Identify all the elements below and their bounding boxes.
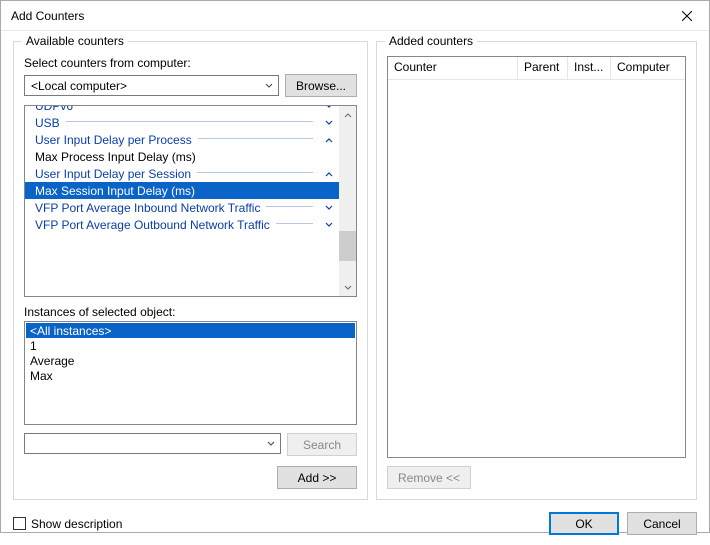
chevron-down-icon [323, 203, 335, 213]
tree-subitem[interactable]: Max Session Input Delay (ms) [25, 182, 339, 199]
col-parent[interactable]: Parent [518, 57, 568, 80]
tree-category[interactable]: VFP Port Average Inbound Network Traffic [25, 199, 339, 216]
tree-scrollbar[interactable] [339, 106, 356, 296]
added-counters-label: Added counters [385, 34, 477, 48]
chevron-down-icon [263, 78, 275, 92]
tree-category[interactable]: UDPv6 [25, 106, 339, 114]
list-item[interactable]: Average [26, 353, 355, 368]
tree-category[interactable]: VFP Port Average Outbound Network Traffi… [25, 216, 339, 233]
tree-subitem[interactable]: Max Process Input Delay (ms) [25, 148, 339, 165]
available-counters-group: Available counters Select counters from … [13, 41, 368, 500]
chevron-up-icon [323, 169, 335, 179]
instances-label: Instances of selected object: [24, 305, 357, 319]
tree-category[interactable]: User Input Delay per Process [25, 131, 339, 148]
col-counter[interactable]: Counter [388, 57, 518, 80]
list-item[interactable]: Max [26, 368, 355, 383]
scroll-down-icon[interactable] [339, 279, 356, 296]
add-button[interactable]: Add >> [277, 466, 357, 489]
add-counters-dialog: Add Counters Available counters Select c… [0, 0, 710, 533]
remove-button[interactable]: Remove << [387, 466, 471, 489]
available-counters-label: Available counters [22, 34, 128, 48]
table-body [388, 80, 685, 457]
window-title: Add Counters [11, 9, 664, 23]
added-counters-table[interactable]: Counter Parent Inst... Computer [387, 56, 686, 458]
tree-category[interactable]: USB [25, 114, 339, 131]
dialog-footer: Show description OK Cancel [1, 506, 709, 545]
browse-button[interactable]: Browse... [285, 74, 357, 97]
tree-category[interactable]: User Input Delay per Session [25, 165, 339, 182]
added-counters-group: Added counters Counter Parent Inst... Co… [376, 41, 697, 500]
search-button[interactable]: Search [287, 433, 357, 456]
chevron-up-icon [323, 135, 335, 145]
chevron-down-icon [265, 436, 277, 450]
list-item[interactable]: <All instances> [26, 323, 355, 338]
search-combo[interactable] [24, 433, 281, 454]
select-computer-label: Select counters from computer: [24, 56, 357, 70]
checkbox-icon [13, 517, 26, 530]
computer-combo-value: <Local computer> [31, 79, 127, 93]
counters-tree[interactable]: UDPv6USBUser Input Delay per ProcessMax … [24, 105, 357, 297]
close-icon [682, 11, 692, 21]
instances-listbox[interactable]: <All instances>1AverageMax [24, 321, 357, 425]
scroll-up-icon[interactable] [339, 106, 356, 123]
show-description-checkbox[interactable]: Show description [13, 517, 122, 531]
chevron-down-icon [323, 118, 335, 128]
list-item[interactable]: 1 [26, 338, 355, 353]
chevron-down-icon [323, 106, 335, 111]
close-button[interactable] [664, 1, 709, 31]
titlebar: Add Counters [1, 1, 709, 31]
col-computer[interactable]: Computer [611, 57, 685, 80]
table-header: Counter Parent Inst... Computer [388, 57, 685, 80]
col-instance[interactable]: Inst... [568, 57, 611, 80]
cancel-button[interactable]: Cancel [627, 512, 697, 535]
chevron-down-icon [323, 220, 335, 230]
scroll-thumb[interactable] [339, 231, 356, 261]
ok-button[interactable]: OK [549, 512, 619, 535]
computer-combo[interactable]: <Local computer> [24, 75, 279, 96]
